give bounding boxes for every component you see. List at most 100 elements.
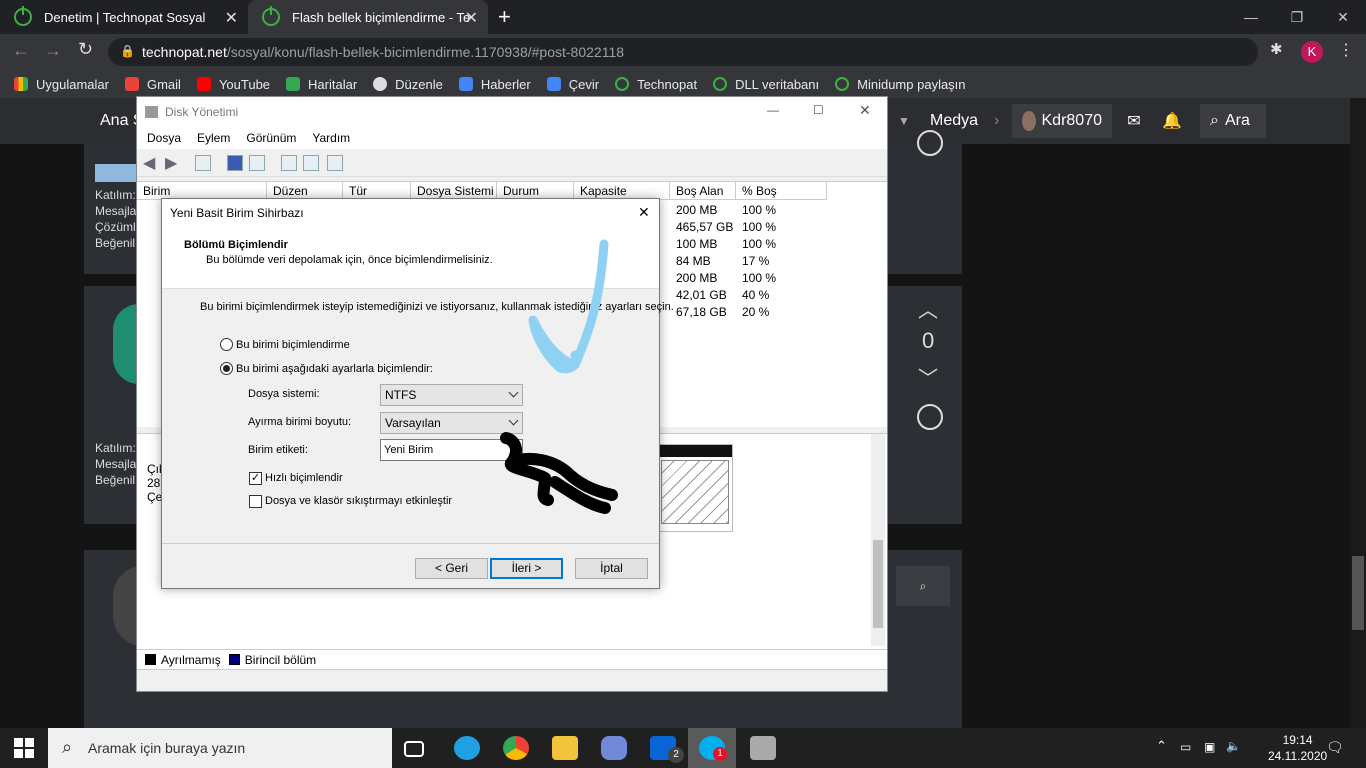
checklist-icon[interactable] — [303, 155, 319, 171]
forward-arrow-icon[interactable]: ▶ — [165, 153, 177, 173]
bookmark-maps[interactable]: Haritalar — [286, 77, 357, 92]
radio-format-label[interactable]: Bu birimi aşağıdaki ayarlarla biçimlendi… — [236, 363, 433, 375]
bookmark-minidump[interactable]: Minidump paylaşın — [835, 77, 966, 92]
app-icon[interactable] — [750, 736, 776, 760]
extensions-icon[interactable]: ✱ — [1270, 40, 1283, 58]
menu-dosya[interactable]: Dosya — [147, 131, 181, 145]
address-bar[interactable]: 🔒 technopat.net/sosyal/konu/flash-bellek… — [108, 38, 1258, 66]
tab-flash-bellek[interactable]: Flash bellek biçimlendirme - Tech ✕ — [248, 0, 488, 34]
instruction-text: Bu birimi biçimlendirmek isteyip istemed… — [200, 301, 674, 313]
partition-hatch — [661, 460, 729, 524]
gmail-icon — [124, 77, 139, 91]
bookmark-news[interactable]: Haberler — [458, 77, 531, 92]
edge-icon[interactable] — [454, 736, 480, 760]
menu-gorunum[interactable]: Görünüm — [246, 131, 296, 145]
clock[interactable]: 19:14 24.11.2020 — [1268, 732, 1327, 764]
bookmark-gmail[interactable]: Gmail — [124, 77, 181, 92]
table-cell: 100 % — [742, 220, 777, 234]
reload-icon[interactable]: ↻ — [78, 39, 93, 60]
profile-avatar[interactable]: K — [1301, 41, 1323, 63]
percent-free-column: 100 % 100 % 100 % 17 % 100 % 40 % 20 % — [742, 202, 776, 321]
maximize-icon[interactable]: ☐ — [813, 103, 824, 117]
user-menu[interactable]: Kdr8070 — [1012, 104, 1112, 138]
restore-icon[interactable]: ❐ — [1274, 0, 1320, 34]
upvote-icon[interactable]: ︿ — [918, 294, 938, 323]
col-bos-alan[interactable]: Boş Alan — [670, 182, 736, 200]
close-window-icon[interactable]: ✕ — [1320, 0, 1366, 34]
bookmark-dll[interactable]: DLL veritabanı — [713, 77, 819, 92]
network-icon[interactable]: ▣ — [1204, 740, 1215, 754]
tab-denetim[interactable]: Denetim | Technopat Sosyal ✕ — [0, 0, 248, 34]
check-circle-icon[interactable] — [917, 130, 943, 156]
table-cell: 100 MB — [676, 237, 718, 251]
minimize-icon[interactable]: — — [767, 103, 779, 117]
help-icon[interactable] — [227, 155, 243, 171]
new-tab-button[interactable]: + — [498, 4, 511, 30]
close-window-icon[interactable]: ✕ — [859, 102, 871, 119]
properties-icon[interactable] — [249, 155, 265, 171]
page-scrollbar[interactable] — [1350, 98, 1366, 728]
cancel-button[interactable]: İptal — [575, 558, 648, 579]
menu-eylem[interactable]: Eylem — [197, 131, 230, 145]
scrollbar-thumb[interactable] — [1352, 556, 1364, 630]
envelope-icon[interactable]: ✉ — [1116, 104, 1152, 138]
radio-no-format-label[interactable]: Bu birimi biçimlendirme — [236, 339, 350, 351]
task-view-icon[interactable] — [404, 741, 424, 757]
bookmark-technopat[interactable]: Technopat — [615, 77, 697, 92]
settings-panel-icon[interactable] — [327, 155, 343, 171]
search-button[interactable]: ⌕ Ara — [1200, 104, 1266, 138]
fs-label: Dosya sistemi: — [248, 388, 320, 400]
check-circle-icon[interactable] — [917, 404, 943, 430]
battery-icon[interactable]: ▭ — [1180, 740, 1191, 754]
bookmark-apps[interactable]: Uygulamalar — [14, 77, 109, 92]
bookmark-youtube[interactable]: YouTube — [196, 77, 270, 92]
volume-icon[interactable]: 🔈 — [1226, 739, 1241, 753]
search-icon: ⌕ — [1210, 112, 1219, 129]
close-tab-icon[interactable]: ✕ — [465, 8, 478, 28]
scrollbar-thumb[interactable] — [873, 540, 883, 628]
back-button[interactable]: < Geri — [415, 558, 488, 579]
quick-format-checkbox[interactable]: ✓ — [249, 472, 262, 485]
filesystem-select[interactable]: NTFS — [380, 384, 523, 406]
quick-format-label[interactable]: Hızlı biçimlendir — [265, 472, 343, 484]
compression-checkbox[interactable] — [249, 495, 262, 508]
radio-no-format[interactable] — [220, 338, 233, 351]
console-tree-icon[interactable] — [195, 155, 211, 171]
file-explorer-icon[interactable] — [552, 736, 578, 760]
table-cell: 200 MB — [676, 203, 718, 217]
windows-start-icon[interactable] — [14, 738, 34, 758]
col-yuzde-bos[interactable]: % Boş — [736, 182, 827, 200]
back-arrow-icon[interactable]: ◀ — [143, 153, 155, 173]
minimize-icon[interactable]: — — [1228, 0, 1274, 34]
compression-label[interactable]: Dosya ve klasör sıkıştırmayı etkinleştir — [265, 495, 452, 507]
user-stats-2: Katılım: Mesajla Beğenil — [95, 441, 137, 487]
bell-icon[interactable]: 🔔 — [1154, 104, 1190, 138]
chevron-down-icon[interactable]: ▼ — [888, 104, 920, 138]
bookmark-translate[interactable]: Çevir — [546, 77, 599, 92]
connect-icon[interactable] — [281, 155, 297, 171]
close-icon[interactable]: ✕ — [638, 204, 650, 221]
volume-label-input[interactable] — [380, 439, 523, 461]
partition-block[interactable] — [657, 444, 733, 532]
taskbar-search[interactable]: ⌕ Aramak için buraya yazın — [48, 728, 392, 768]
globe-icon — [373, 77, 388, 91]
menu-kebab-icon[interactable]: ⋮ — [1338, 40, 1354, 60]
table-cell: 100 % — [742, 237, 777, 251]
radio-format[interactable] — [220, 362, 233, 375]
next-button[interactable]: İleri > — [490, 558, 563, 579]
menu-yardim[interactable]: Yardım — [312, 131, 350, 145]
bookmarks-bar: Uygulamalar Gmail YouTube Haritalar Düze… — [0, 70, 1366, 98]
chevron-up-icon[interactable]: ⌃ — [1156, 738, 1167, 754]
new-simple-volume-wizard: Yeni Basit Birim Sihirbazı ✕ Bölümü Biçi… — [161, 198, 674, 589]
lower-scrollbar[interactable] — [871, 434, 885, 646]
discord-icon[interactable] — [601, 736, 627, 760]
forward-icon[interactable]: → — [44, 40, 62, 61]
downvote-icon[interactable]: ﹀ — [918, 362, 938, 391]
chrome-icon[interactable] — [503, 736, 529, 760]
allocation-size-select[interactable]: Varsayılan — [380, 412, 523, 434]
preview-icon[interactable]: ⌕ — [896, 566, 950, 606]
close-tab-icon[interactable]: ✕ — [225, 8, 238, 28]
notifications-icon[interactable]: 🗨 — [1326, 739, 1344, 756]
bookmark-duzenle[interactable]: Düzenle — [373, 77, 443, 92]
back-icon[interactable]: ← — [12, 40, 30, 61]
